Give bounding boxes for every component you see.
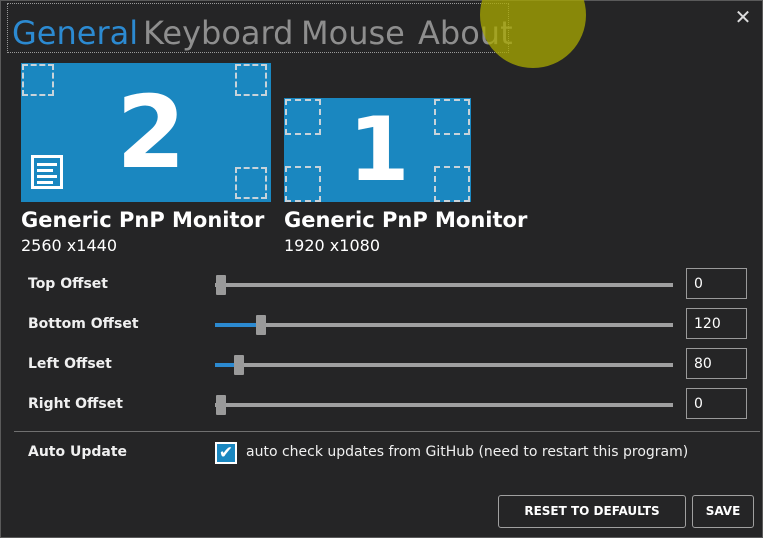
right-offset-slider[interactable] — [215, 395, 673, 415]
corner-zone-top-right[interactable] — [434, 99, 470, 135]
monitor-1-name: Generic PnP Monitor — [284, 208, 528, 232]
right-offset-label: Right Offset — [28, 396, 123, 412]
auto-update-checkbox-label[interactable]: auto check updates from GitHub (need to … — [246, 444, 688, 460]
corner-zone-top-right[interactable] — [235, 64, 267, 96]
tab-mouse[interactable]: Mouse — [301, 13, 405, 53]
slider-thumb[interactable] — [216, 395, 226, 415]
save-button[interactable]: SAVE — [692, 495, 754, 528]
divider — [14, 431, 760, 432]
tab-about[interactable]: About — [418, 13, 513, 53]
monitor-1-preview[interactable]: 1 — [284, 98, 471, 202]
close-icon[interactable]: ✕ — [733, 7, 753, 27]
corner-zone-bottom-right[interactable] — [235, 167, 267, 199]
slider-fill — [215, 323, 259, 327]
left-offset-slider[interactable] — [215, 355, 673, 375]
left-offset-input[interactable]: 80 — [686, 348, 747, 379]
monitor-2-preview[interactable]: 2 — [21, 63, 271, 202]
bottom-offset-slider[interactable] — [215, 315, 673, 335]
right-offset-input[interactable]: 0 — [686, 388, 747, 419]
monitor-number: 2 — [116, 74, 186, 191]
bottom-offset-input[interactable]: 120 — [686, 308, 747, 339]
top-offset-label: Top Offset — [28, 276, 108, 292]
tab-keyboard[interactable]: Keyboard — [143, 13, 293, 53]
corner-zone-bottom-left[interactable] — [285, 166, 321, 202]
monitor-2-resolution: 2560 x1440 — [21, 236, 117, 255]
corner-zone-top-left[interactable] — [285, 99, 321, 135]
reset-to-defaults-button[interactable]: RESET TO DEFAULTS — [498, 495, 686, 528]
monitor-2-name: Generic PnP Monitor — [21, 208, 265, 232]
corner-zone-bottom-right[interactable] — [434, 166, 470, 202]
top-offset-slider[interactable] — [215, 275, 673, 295]
taskbar-icon — [31, 155, 63, 189]
auto-update-label: Auto Update — [28, 444, 128, 460]
top-offset-input[interactable]: 0 — [686, 268, 747, 299]
tab-bar: General Keyboard Mouse About — [7, 3, 513, 53]
left-offset-label: Left Offset — [28, 356, 112, 372]
slider-thumb[interactable] — [256, 315, 266, 335]
slider-thumb[interactable] — [234, 355, 244, 375]
bottom-offset-label: Bottom Offset — [28, 316, 139, 332]
auto-update-checkbox[interactable]: ✔ — [215, 442, 237, 464]
monitor-1-resolution: 1920 x1080 — [284, 236, 380, 255]
tab-general[interactable]: General — [12, 13, 138, 53]
slider-thumb[interactable] — [216, 275, 226, 295]
monitor-number: 1 — [348, 98, 410, 201]
corner-zone-top-left[interactable] — [22, 64, 54, 96]
